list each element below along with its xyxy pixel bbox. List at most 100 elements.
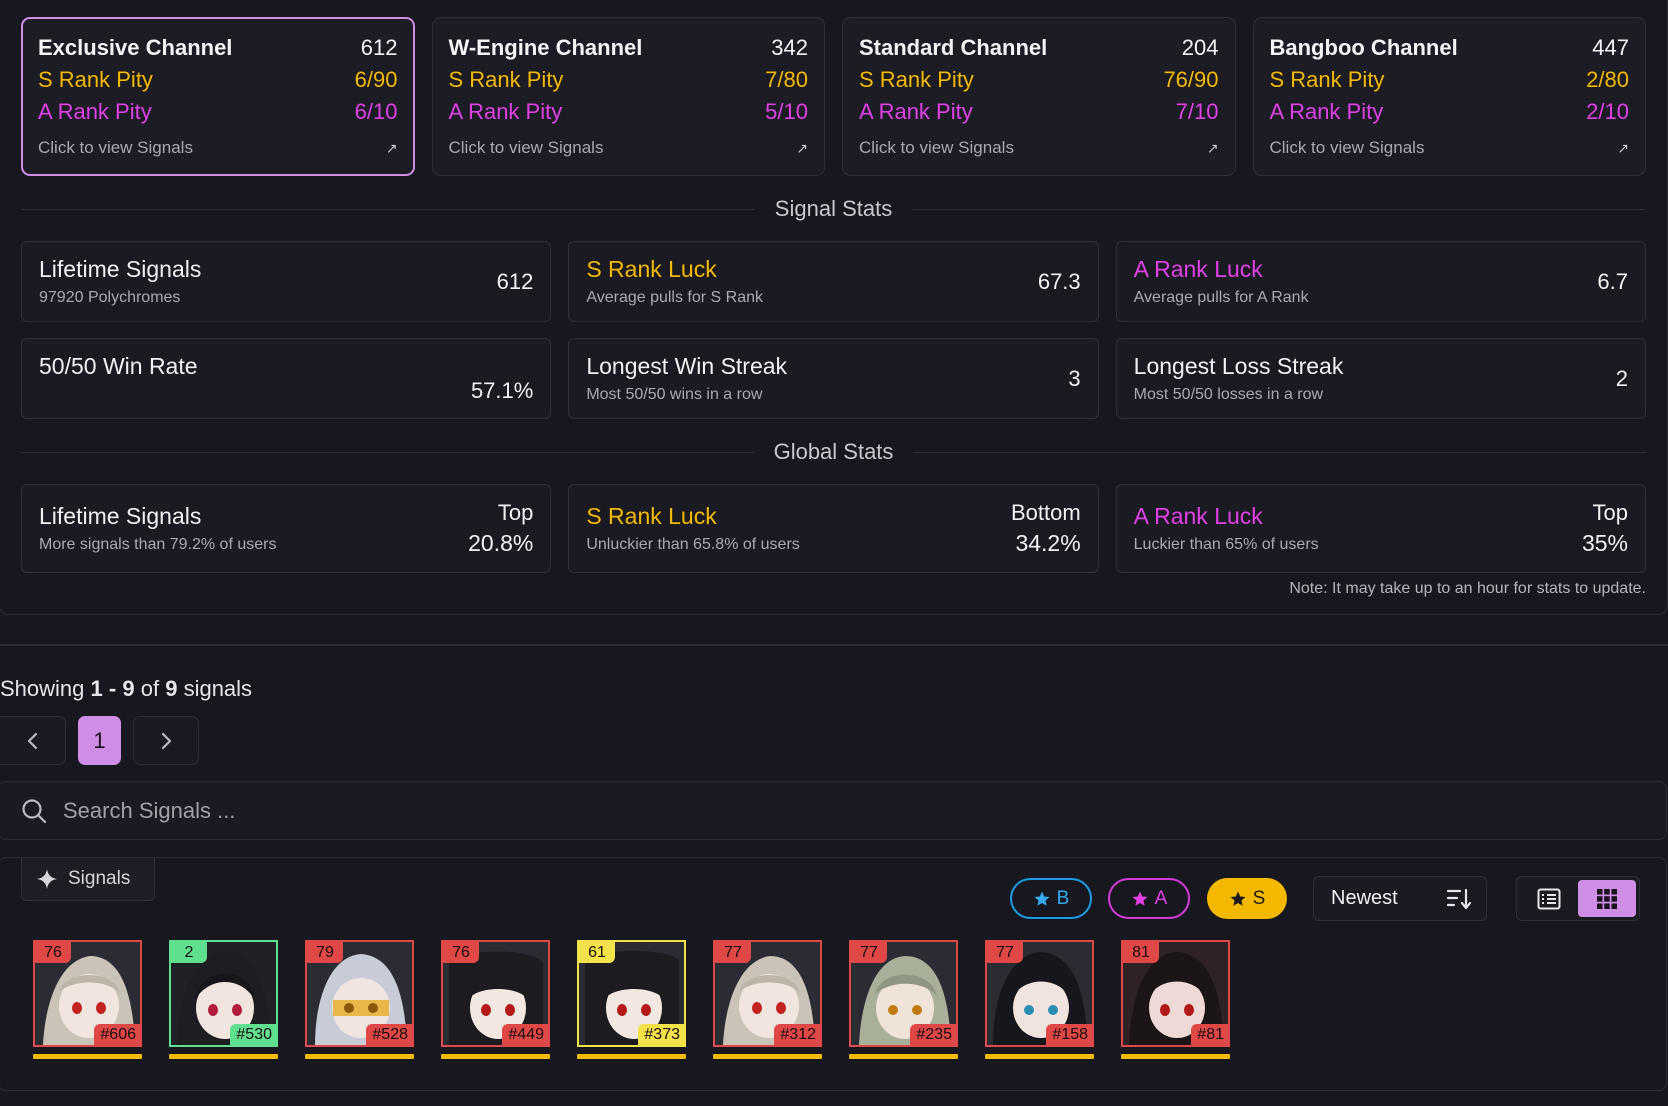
- of-label: of: [140, 676, 160, 701]
- channel-card-w-engine[interactable]: W-Engine Channel 342 S Rank Pity 7/80 A Ra…: [431, 17, 825, 176]
- grid-view-button[interactable]: [1578, 880, 1636, 917]
- star-icon: [1132, 891, 1148, 906]
- signal-number-badge: #530: [230, 1024, 276, 1045]
- s-rank-pity-label: S Rank Pity: [859, 67, 974, 92]
- character-portrait: 2 #530: [169, 940, 278, 1047]
- signal-stats-grid: Lifetime Signals 97920 Polychromes 612 S …: [21, 241, 1646, 419]
- a-rank-pity-label: A Rank Pity: [859, 99, 973, 124]
- rarity-bar: [577, 1054, 686, 1059]
- sort-select[interactable]: Newest: [1313, 876, 1487, 921]
- signals-suffix: signals: [183, 676, 253, 701]
- signal-card[interactable]: 81 #81: [1121, 940, 1230, 1059]
- search-input[interactable]: [63, 797, 1563, 824]
- stat-title: 50/50 Win Rate: [39, 353, 198, 379]
- stat-title: S Rank Luck: [586, 503, 717, 529]
- signal-card[interactable]: 77 #158: [985, 940, 1094, 1059]
- next-page-button[interactable]: [133, 716, 199, 765]
- pity-badge: 79: [307, 942, 343, 963]
- signal-grid: 76 #606 2 #530 79 #528 76 #449 61 #373 7…: [33, 940, 1230, 1059]
- a-rank-pity-value: 5/10: [765, 99, 808, 124]
- grid-icon: [1597, 888, 1617, 909]
- search-bar: [0, 781, 1667, 840]
- filter-s-rank-button[interactable]: S: [1207, 878, 1287, 919]
- stat-percent: 34.2%: [1015, 530, 1081, 556]
- stat-card-win-rate: 50/50 Win Rate 57.1%: [21, 338, 552, 419]
- a-rank-pity-value: 6/10: [354, 99, 398, 124]
- stat-value: 612: [496, 268, 534, 294]
- signal-card[interactable]: 61 #373: [577, 940, 686, 1059]
- channel-cards: Exclusive Channel 612 S Rank Pity 6/90 A R…: [21, 17, 1646, 176]
- stat-value: 2: [1615, 365, 1628, 391]
- a-rank-pity-label: A Rank Pity: [1269, 99, 1384, 124]
- signal-number-badge: #606: [94, 1024, 140, 1045]
- star-icon: [1034, 891, 1050, 906]
- stat-percent: 35%: [1581, 530, 1628, 556]
- rarity-bar: [305, 1054, 414, 1059]
- page-button-current[interactable]: 1: [78, 716, 121, 765]
- stat-subtitle: More signals than 79.2% of users: [39, 536, 277, 553]
- signals-tab-label: Signals: [68, 868, 131, 889]
- channel-name: Exclusive Channel: [38, 35, 233, 60]
- a-rank-pity-value: 7/10: [1175, 99, 1219, 124]
- stat-title: Longest Loss Streak: [1133, 353, 1344, 379]
- stat-value: 57.1%: [470, 378, 534, 403]
- signals-tab[interactable]: Signals: [21, 858, 155, 901]
- channel-card-standard[interactable]: Standard Channel 204 S Rank Pity 76/90 A R…: [842, 17, 1236, 176]
- view-signals-link[interactable]: Click to view Signals: [859, 138, 1014, 158]
- external-arrow-icon: ↗: [1206, 139, 1219, 156]
- stat-subtitle: Most 50/50 losses in a row: [1133, 386, 1324, 403]
- stat-rank: Top: [497, 500, 534, 525]
- channel-card-bangboo[interactable]: Bangboo Channel 447 S Rank Pity 2/80 A Ran…: [1252, 17, 1646, 176]
- view-signals-link[interactable]: Click to view Signals: [449, 138, 604, 158]
- signal-card[interactable]: 77 #235: [849, 940, 958, 1059]
- stat-rank: Top: [1592, 500, 1628, 525]
- filter-a-rank-button[interactable]: A: [1108, 878, 1190, 919]
- stat-rank: Bottom: [1010, 500, 1081, 525]
- range-separator: -: [108, 676, 117, 701]
- range-start: 1: [90, 676, 103, 701]
- signal-number-badge: #235: [910, 1024, 956, 1045]
- channel-count: 447: [1592, 35, 1629, 60]
- character-portrait: 76 #606: [33, 940, 142, 1047]
- signal-card[interactable]: 76 #606: [33, 940, 142, 1059]
- character-portrait: 77 #235: [849, 940, 958, 1047]
- external-arrow-icon: ↗: [796, 139, 808, 156]
- a-rank-pity-value: 2/10: [1586, 99, 1629, 124]
- pagination: 1: [0, 716, 199, 765]
- signal-number-badge: #158: [1046, 1024, 1092, 1045]
- stat-title: S Rank Luck: [586, 256, 717, 282]
- pity-badge: 77: [851, 942, 887, 963]
- filter-b-rank-button[interactable]: B: [1010, 878, 1092, 919]
- chevron-right-icon: [161, 732, 172, 749]
- results-summary: Showing 1 - 9 of 9 signals: [0, 676, 252, 702]
- rarity-bar: [985, 1054, 1094, 1059]
- stat-title: Lifetime Signals: [39, 503, 202, 529]
- channel-count: 204: [1181, 35, 1219, 60]
- previous-page-button[interactable]: [0, 716, 66, 765]
- stat-subtitle: Most 50/50 wins in a row: [586, 386, 763, 403]
- signal-stats-heading: Signal Stats: [21, 194, 1646, 224]
- signal-card[interactable]: 76 #449: [441, 940, 550, 1059]
- view-signals-link[interactable]: Click to view Signals: [1270, 138, 1425, 158]
- list-view-button[interactable]: [1520, 880, 1578, 917]
- sort-descending-icon[interactable]: [1446, 887, 1472, 911]
- signal-stats-title: Signal Stats: [774, 196, 893, 221]
- signal-card[interactable]: 2 #530: [169, 940, 278, 1059]
- signal-card[interactable]: 79 #528: [305, 940, 414, 1059]
- pity-badge: 76: [443, 942, 479, 963]
- signal-card[interactable]: 77 #312: [713, 940, 822, 1059]
- view-signals-link[interactable]: Click to view Signals: [38, 138, 193, 158]
- rarity-bar: [441, 1054, 550, 1059]
- stat-subtitle: 97920 Polychromes: [39, 289, 181, 306]
- filter-s-label: S: [1252, 887, 1266, 909]
- rarity-bar: [849, 1054, 958, 1059]
- channel-card-exclusive[interactable]: Exclusive Channel 612 S Rank Pity 6/90 A R…: [21, 17, 415, 176]
- pity-badge: 77: [987, 942, 1023, 963]
- a-rank-pity-label: A Rank Pity: [448, 99, 563, 124]
- stat-subtitle: Unluckier than 65.8% of users: [586, 536, 800, 553]
- stat-title: Lifetime Signals: [39, 256, 202, 282]
- character-portrait: 77 #158: [985, 940, 1094, 1047]
- signal-number-badge: #373: [638, 1024, 684, 1045]
- channel-name: W-Engine Channel: [448, 35, 643, 60]
- channel-count: 342: [771, 35, 808, 60]
